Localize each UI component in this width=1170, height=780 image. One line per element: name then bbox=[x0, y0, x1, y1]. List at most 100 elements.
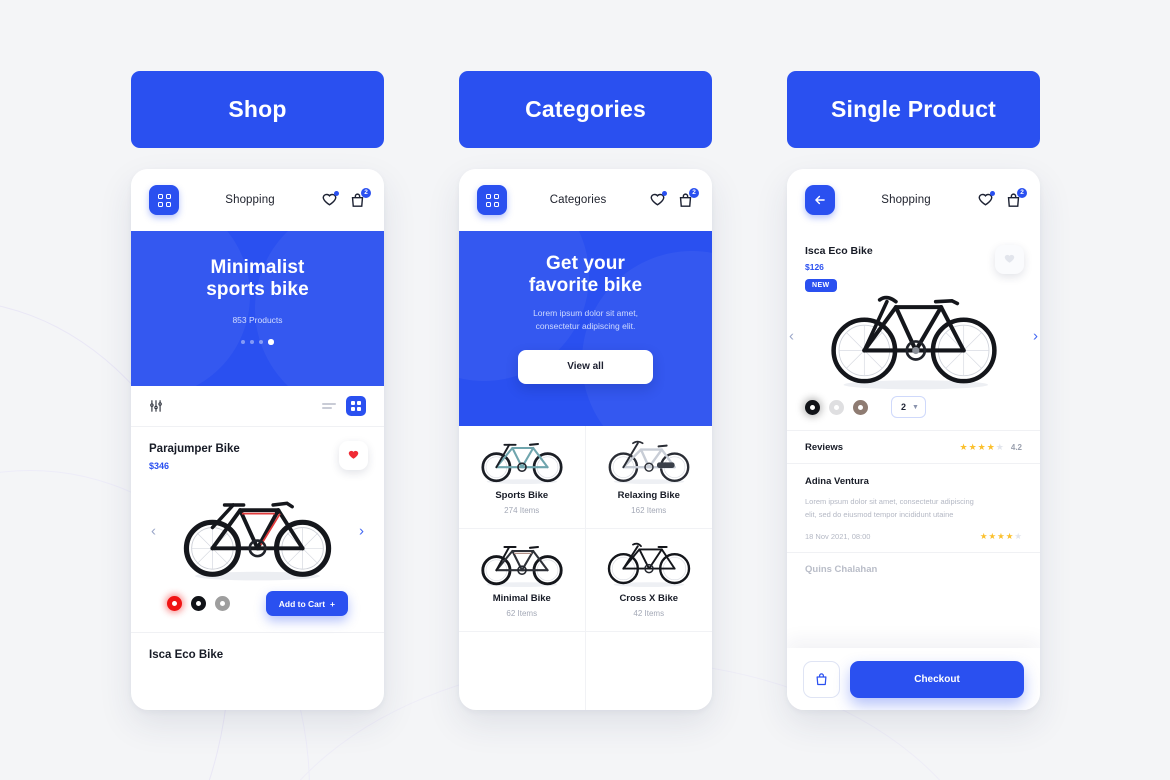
carousel-dot-3[interactable] bbox=[259, 340, 264, 345]
relaxing-bike-thumb bbox=[601, 434, 697, 486]
chevron-right-icon[interactable]: › bbox=[359, 523, 364, 540]
categories-grid: Sports Bike 274 Items Relaxing Bike 162 … bbox=[459, 426, 712, 710]
add-to-cart-plus-icon: + bbox=[330, 598, 335, 609]
product-card-parajumper[interactable]: Parajumper Bike $346 ‹ › Add to Cart + bbox=[131, 427, 384, 616]
category-name: Minimal Bike bbox=[492, 593, 551, 604]
category-item-count: 162 Items bbox=[631, 506, 667, 515]
review-text-line1: Lorem ipsum dolor sit amet, consectetur … bbox=[805, 497, 974, 506]
canvas: Shop Categories Single Product Shopping … bbox=[0, 0, 1170, 780]
grid-view-icon[interactable] bbox=[346, 396, 366, 416]
hero-subtitle: Lorem ipsum dolor sit amet, consectetur … bbox=[459, 307, 712, 333]
chevron-left-icon[interactable]: ‹ bbox=[151, 523, 156, 540]
reviews-rating-stars: ★ ★ ★ ★ ★ bbox=[959, 442, 1003, 453]
category-name: Cross X Bike bbox=[619, 593, 679, 604]
chevron-left-icon[interactable]: ‹ bbox=[789, 328, 794, 345]
label-shop: Shop bbox=[131, 71, 384, 148]
hero-title: Minimalist sports bike bbox=[131, 257, 384, 301]
checkout-button[interactable]: Checkout bbox=[850, 660, 1024, 698]
review-date: 18 Nov 2021, 08:00 bbox=[805, 532, 871, 542]
star-filled: ★ bbox=[979, 531, 988, 542]
shop-hero-banner: Minimalist sports bike 853 Products bbox=[131, 231, 384, 386]
minimal-bike-thumb bbox=[474, 537, 570, 589]
product-image-carousel[interactable]: ‹ › bbox=[149, 477, 366, 585]
star-filled: ★ bbox=[968, 441, 977, 452]
review-item: Adina Ventura Lorem ipsum dolor sit amet… bbox=[787, 464, 1040, 554]
product-name: Parajumper Bike bbox=[149, 443, 240, 455]
hero-carousel-dots[interactable] bbox=[131, 339, 384, 345]
bag-icon[interactable]: 2 bbox=[349, 187, 371, 209]
color-swatch-light-grey[interactable] bbox=[829, 399, 844, 415]
category-card-minimal-bike[interactable]: Minimal Bike 62 Items bbox=[459, 529, 586, 632]
hero-subtitle-line2: consectetur adipiscing elit. bbox=[535, 321, 636, 332]
list-view-icon[interactable] bbox=[322, 402, 336, 410]
single-nav-title: Shopping bbox=[881, 194, 931, 206]
single-product-image-carousel[interactable]: ‹ › bbox=[787, 280, 1040, 392]
favorite-button[interactable] bbox=[339, 441, 368, 470]
review-text: Lorem ipsum dolor sit amet, consectetur … bbox=[805, 495, 1022, 521]
next-product-row[interactable]: Isca Eco Bike bbox=[131, 632, 384, 661]
hero-blob-right bbox=[255, 231, 384, 386]
category-card-cross-x-bike[interactable]: Cross X Bike 42 Items bbox=[585, 529, 712, 632]
category-name: Relaxing Bike bbox=[617, 490, 680, 501]
add-to-cart-button[interactable]: Add to Cart + bbox=[265, 591, 348, 616]
back-button[interactable] bbox=[805, 185, 835, 215]
categories-nav-icons: 2 bbox=[649, 187, 699, 209]
category-card-partial-left[interactable] bbox=[459, 632, 586, 710]
carousel-dot-2[interactable] bbox=[250, 340, 255, 345]
carousel-dot-4-active[interactable] bbox=[268, 339, 274, 345]
sliders-icon[interactable] bbox=[149, 399, 163, 413]
category-item-count: 274 Items bbox=[504, 506, 540, 515]
category-card-relaxing-bike[interactable]: Relaxing Bike 162 Items bbox=[585, 426, 712, 529]
chevron-right-icon[interactable]: › bbox=[1033, 328, 1038, 345]
color-swatch-red-selected[interactable] bbox=[167, 596, 182, 611]
bag-icon[interactable]: 2 bbox=[677, 187, 699, 209]
column-label-shop: Shop bbox=[131, 71, 384, 148]
phone-categories: Categories 2 Get your favorite bike Lore… bbox=[459, 169, 712, 710]
product-options-row: Add to Cart + bbox=[149, 585, 366, 616]
single-product-name: Isca Eco Bike bbox=[805, 245, 873, 257]
hero-title-line1: Get your bbox=[546, 253, 625, 274]
rating-value: 4.2 bbox=[1010, 442, 1022, 452]
single-product-price: $126 bbox=[805, 262, 824, 272]
shopping-bag-button[interactable] bbox=[803, 660, 840, 698]
star-filled: ★ bbox=[986, 441, 995, 452]
star-empty: ★ bbox=[1014, 531, 1022, 542]
hero-subtitle-line1: Lorem ipsum dolor sit amet, bbox=[533, 308, 638, 319]
color-swatch-grey[interactable] bbox=[215, 596, 230, 611]
heart-icon[interactable] bbox=[321, 190, 339, 209]
bag-icon[interactable]: 2 bbox=[1005, 187, 1027, 209]
heart-icon[interactable] bbox=[649, 190, 667, 209]
categories-navbar: Categories 2 bbox=[459, 169, 712, 231]
review-stars: ★ ★ ★ ★ ★ bbox=[980, 531, 1022, 542]
single-product-bike-image bbox=[814, 280, 1014, 392]
color-swatch-brown[interactable] bbox=[853, 399, 868, 415]
next-product-name: Isca Eco Bike bbox=[149, 649, 224, 661]
quantity-select[interactable]: 2 ▼ bbox=[891, 396, 926, 418]
bag-count-badge: 2 bbox=[1017, 187, 1027, 198]
reviews-title: Reviews bbox=[805, 441, 844, 453]
cross-x-bike-thumb bbox=[601, 537, 697, 589]
review-item-partial: Quins Chalahan bbox=[787, 553, 1040, 575]
hero-title-line2: favorite bike bbox=[528, 275, 643, 297]
product-price: $346 bbox=[149, 461, 170, 471]
review-author: Quins Chalahan bbox=[805, 564, 878, 576]
category-card-partial-right[interactable] bbox=[586, 632, 713, 710]
color-swatch-black-selected[interactable] bbox=[805, 399, 820, 415]
chevron-down-icon: ▼ bbox=[912, 403, 919, 411]
favorite-button[interactable] bbox=[995, 245, 1024, 274]
column-label-categories: Categories bbox=[459, 71, 712, 148]
category-item-count: 62 Items bbox=[506, 609, 538, 618]
star-empty: ★ bbox=[995, 441, 1004, 452]
category-card-sports-bike[interactable]: Sports Bike 274 Items bbox=[459, 426, 586, 529]
heart-icon[interactable] bbox=[977, 190, 995, 209]
heart-badge-dot bbox=[334, 190, 339, 196]
view-all-button[interactable]: View all bbox=[518, 349, 653, 384]
grid-menu-icon[interactable] bbox=[477, 185, 507, 215]
carousel-dot-1[interactable] bbox=[241, 340, 246, 345]
color-swatch-black[interactable] bbox=[191, 596, 206, 611]
arrow-left-icon bbox=[815, 195, 825, 205]
grid-menu-icon[interactable] bbox=[149, 185, 179, 215]
single-bottom-bar: Checkout bbox=[787, 648, 1040, 710]
add-to-cart-label: Add to Cart bbox=[278, 598, 326, 609]
categories-nav-title: Categories bbox=[549, 194, 607, 206]
